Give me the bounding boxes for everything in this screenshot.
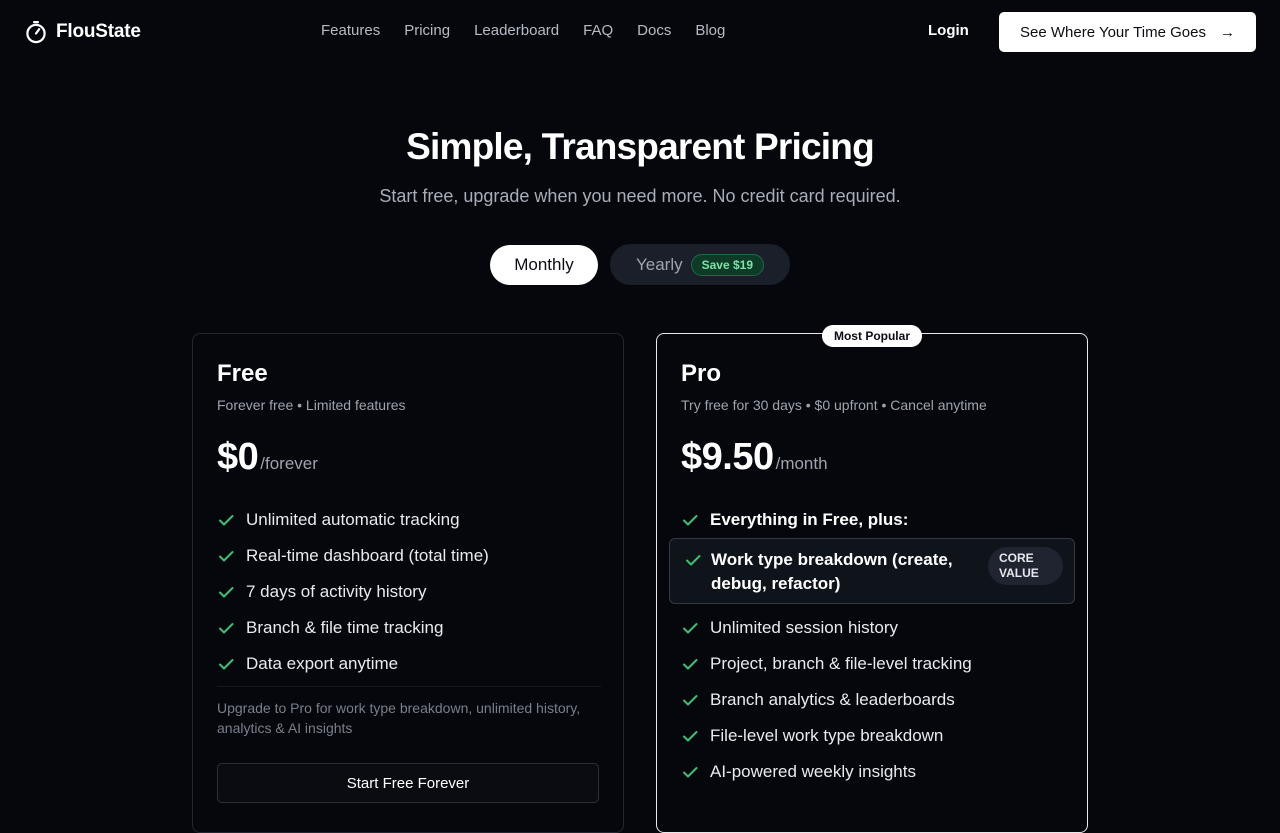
feature-item: 7 days of activity history: [217, 574, 607, 610]
feature-label: Branch & file time tracking: [246, 618, 444, 637]
nav-link-faq[interactable]: FAQ: [583, 22, 613, 39]
yearly-label: Yearly: [635, 254, 683, 274]
free-feature-list: Unlimited automatic tracking Real-time d…: [217, 502, 607, 682]
check-icon: [219, 623, 234, 634]
check-icon: [219, 515, 234, 526]
feature-item: Real-time dashboard (total time): [217, 538, 607, 574]
pro-price-row: $9.50 /month: [681, 436, 828, 479]
pro-feature-list: Unlimited session history Project, branc…: [681, 610, 1071, 790]
pro-price: $9.50: [681, 436, 774, 478]
nav-link-pricing[interactable]: Pricing: [404, 22, 450, 39]
start-free-button[interactable]: Start Free Forever: [217, 763, 599, 803]
feature-label: Project, branch & file-level tracking: [710, 654, 972, 673]
pro-intro: Everything in Free, plus:: [681, 502, 1071, 538]
feature-label: Branch analytics & leaderboards: [710, 690, 955, 709]
page-title: Simple, Transparent Pricing: [406, 126, 875, 167]
nav-link-features[interactable]: Features: [321, 22, 380, 39]
check-icon: [683, 623, 698, 634]
feature-item: Project, branch & file-level tracking: [681, 646, 1071, 682]
feature-label: Real-time dashboard (total time): [246, 546, 489, 565]
feature-item: Unlimited automatic tracking: [217, 502, 607, 538]
check-icon: [683, 659, 698, 670]
feature-item: Everything in Free, plus:: [681, 502, 1071, 538]
check-icon: [219, 587, 234, 598]
nav-links: Features Pricing Leaderboard FAQ Docs Bl…: [321, 22, 725, 39]
check-icon: [219, 551, 234, 562]
feature-item: AI-powered weekly insights: [681, 754, 1071, 790]
free-plan-description: Forever free • Limited features: [217, 397, 406, 413]
most-popular-badge: Most Popular: [822, 325, 922, 347]
check-icon: [683, 767, 698, 778]
brand-logo[interactable]: FlouState: [25, 20, 141, 44]
check-icon: [686, 555, 701, 566]
nav-link-leaderboard[interactable]: Leaderboard: [474, 22, 559, 39]
pro-plan-description: Try free for 30 days • $0 upfront • Canc…: [681, 397, 987, 413]
core-feature-highlight: Work type breakdown (create, debug, refa…: [669, 538, 1075, 604]
check-icon: [683, 695, 698, 706]
save-badge: Save $19: [690, 253, 765, 276]
pro-period: /month: [775, 454, 828, 473]
cta-button[interactable]: See Where Your Time Goes →: [999, 12, 1256, 52]
check-icon: [683, 731, 698, 742]
nav-link-blog[interactable]: Blog: [695, 22, 725, 39]
pro-plan-card: Pro Try free for 30 days • $0 upfront • …: [656, 333, 1088, 833]
feature-item: Branch analytics & leaderboards: [681, 682, 1071, 718]
free-plan-card: Free Forever free • Limited features $0 …: [192, 333, 624, 833]
stopwatch-icon: [26, 21, 46, 44]
arrow-right-icon: →: [1219, 23, 1235, 41]
free-period: /forever: [260, 454, 318, 473]
core-value-badge: CORE VALUE: [988, 547, 1063, 585]
check-icon: [219, 659, 234, 670]
feature-label: 7 days of activity history: [246, 582, 427, 601]
pro-plan-name: Pro: [681, 360, 722, 387]
page-subtitle: Start free, upgrade when you need more. …: [379, 186, 901, 206]
nav-link-docs[interactable]: Docs: [637, 22, 671, 39]
feature-label: Unlimited session history: [710, 618, 899, 637]
top-navigation: FlouState Features Pricing Leaderboard F…: [0, 0, 1280, 64]
feature-label: File-level work type breakdown: [710, 726, 944, 745]
feature-label: Unlimited automatic tracking: [246, 510, 460, 529]
feature-label: AI-powered weekly insights: [710, 762, 916, 781]
feature-item: File-level work type breakdown: [681, 718, 1071, 754]
feature-item: Unlimited session history: [681, 610, 1071, 646]
check-icon: [683, 515, 698, 526]
core-feature-label: Work type breakdown (create, debug, refa…: [711, 550, 953, 593]
feature-label: Everything in Free, plus:: [710, 510, 909, 529]
free-card-divider: [217, 686, 601, 687]
feature-label: Data export anytime: [246, 654, 399, 673]
brand-name: FlouState: [56, 21, 141, 42]
upgrade-note: Upgrade to Pro for work type breakdown, …: [217, 700, 581, 736]
billing-toggle-monthly[interactable]: Monthly: [490, 245, 598, 285]
feature-item: Branch & file time tracking: [217, 610, 607, 646]
free-plan-name: Free: [217, 360, 268, 387]
billing-toggle-yearly[interactable]: Yearly Save $19: [610, 244, 790, 285]
feature-item: Data export anytime: [217, 646, 607, 682]
cta-label: See Where Your Time Goes: [1020, 23, 1206, 41]
login-link[interactable]: Login: [928, 22, 969, 39]
free-price-row: $0 /forever: [217, 436, 318, 479]
free-price: $0: [217, 436, 259, 478]
